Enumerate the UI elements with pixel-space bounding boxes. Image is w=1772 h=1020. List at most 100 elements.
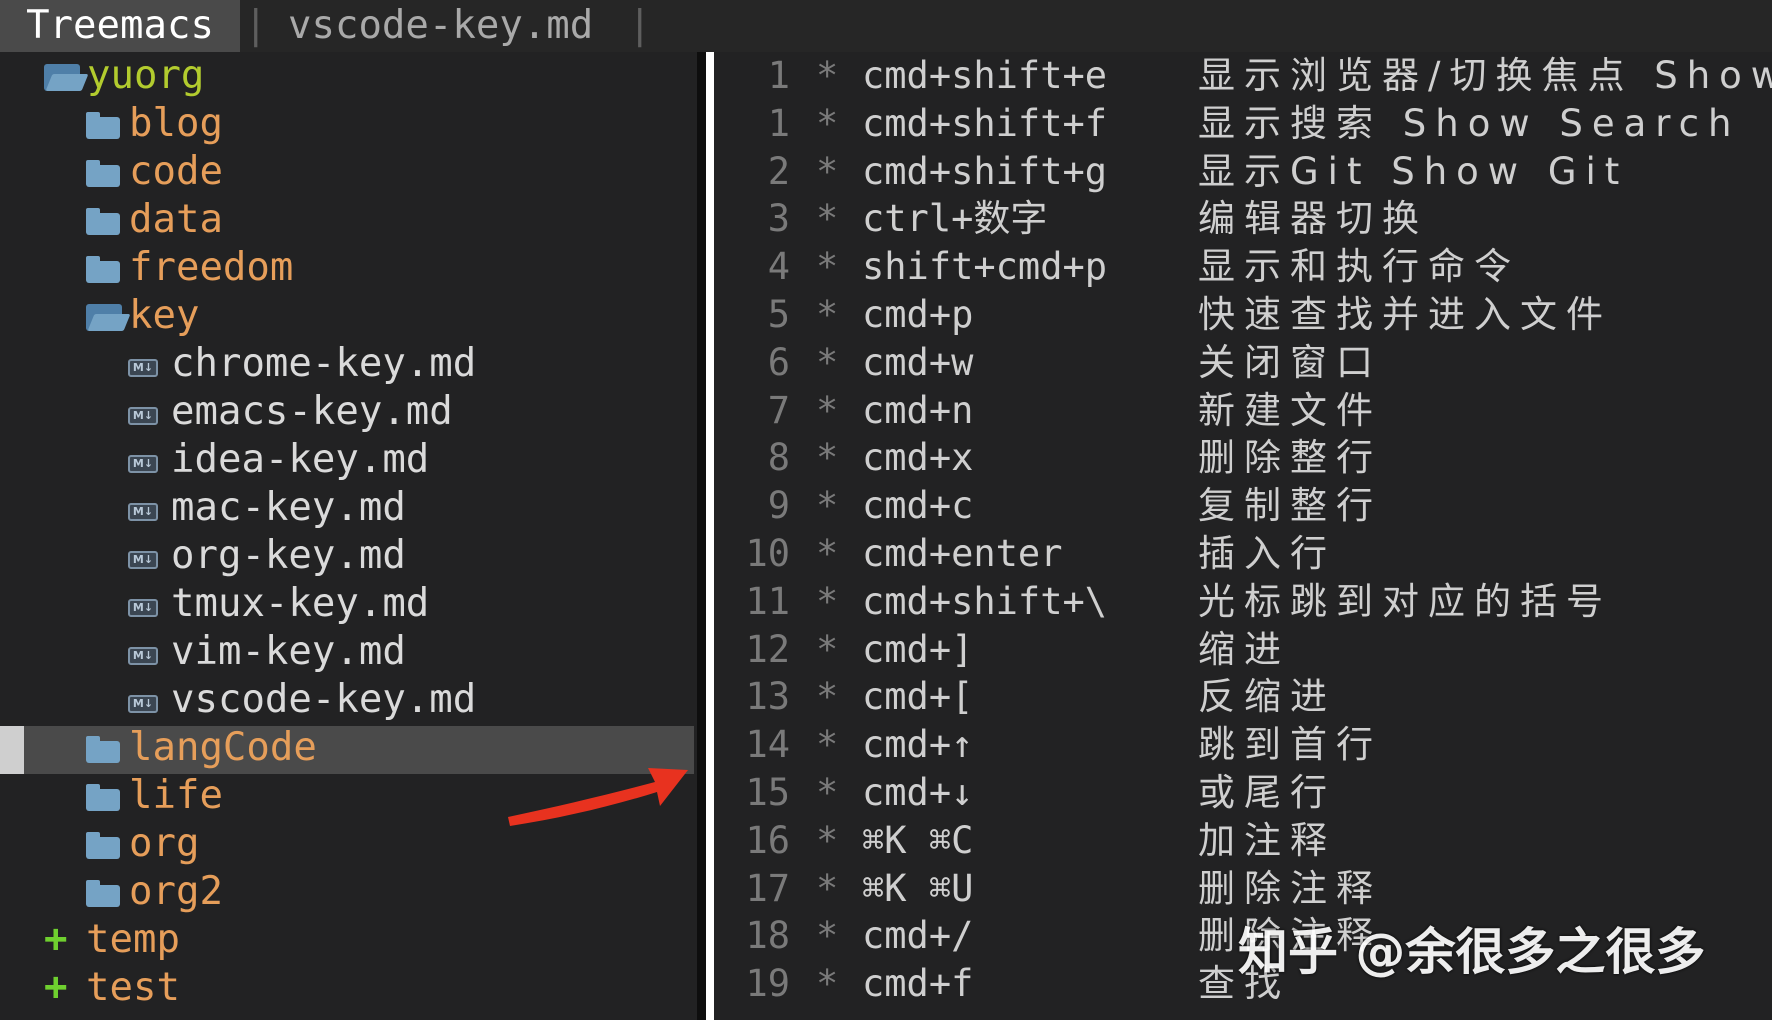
tree-item-label: org2 [129,869,223,914]
shortcut-text: cmd+n [862,388,974,432]
line-number: 13 [745,675,790,719]
shortcut-text: shift+cmd+p [862,245,1108,289]
tree-item-key[interactable]: key [0,292,690,340]
tree-item-chrome-key-md[interactable]: M↓ chrome-key.md [0,340,690,388]
tree-item-mac-key-md[interactable]: M↓ mac-key.md [0,484,690,532]
tree-item-test[interactable]: + test [0,964,690,1012]
shortcut-text: cmd+/ [862,914,974,958]
description-text: 删除整行 [1198,436,1382,480]
tree-item-label: temp [86,917,180,962]
description-text: 新建文件 [1198,388,1382,432]
tree-item-idea-key-md[interactable]: M↓ idea-key.md [0,436,690,484]
tree-item-label: code [129,149,223,194]
line-number: 9 [767,484,790,528]
editor-line[interactable]: 14 * cmd+↑ 跳到首行 [714,721,1772,769]
editor-line[interactable]: 2 * cmd+shift+g 显示Git Show Git [714,148,1772,196]
bullet-star: * [816,675,839,719]
editor-line[interactable]: 15 * cmd+↓ 或尾行 [714,769,1772,817]
plus-icon[interactable]: + [44,964,67,1012]
editor-line[interactable]: 3 * ctrl+数字 编辑器切换 [714,195,1772,243]
editor-line[interactable]: 16 * ⌘K ⌘C 加注释 [714,817,1772,865]
tree-item-code[interactable]: code [0,148,690,196]
editor-line[interactable]: 6 * cmd+w 关闭窗口 [714,339,1772,387]
tree-item-label: langCode [129,725,317,770]
editor-line[interactable]: 8 * cmd+x 删除整行 [714,434,1772,482]
bullet-star: * [816,293,839,336]
description-text: 复制整行 [1198,484,1382,528]
line-number: 16 [745,818,790,862]
shortcut-text: cmd+↑ [862,723,974,767]
description-text: 删除注释 [1198,866,1382,910]
tree-item-label: org-key.md [171,533,406,578]
tree-item-label: blog [129,101,223,146]
tree-item-label: mac-key.md [171,485,406,530]
description-text: 关闭窗口 [1198,340,1382,384]
red-arrow-annotation [508,768,688,826]
description-text: 编辑器切换 [1198,197,1428,241]
editor-line[interactable]: 1 * cmd+shift+f 显示搜索 Show Search [714,100,1772,148]
editor-line[interactable]: 1 * cmd+shift+e 显示浏览器/切换焦点 Show [714,52,1772,100]
tree-item-blog[interactable]: blog [0,100,690,148]
editor-line[interactable]: 17 * ⌘K ⌘U 删除注释 [714,865,1772,913]
editor-line[interactable]: 5 * cmd+p 快速查找并进入文件 [714,291,1772,339]
shortcut-text: cmd+] [862,627,974,671]
tree-item-yuorg[interactable]: yuorg [0,52,690,100]
bullet-star: * [816,579,839,623]
tree-item-tmux-key-md[interactable]: M↓ tmux-key.md [0,580,690,628]
treemacs-sidebar: yuorg blog code data freedom key M↓ chrome-key.… [0,52,697,1020]
description-text: 显示浏览器/切换焦点 Show [1198,54,1772,97]
bullet-star: * [816,723,839,767]
description-text: 显示Git Show Git [1198,149,1629,193]
editor-line[interactable]: 10 * cmd+enter 插入行 [714,530,1772,578]
editor-line[interactable]: 13 * cmd+[ 反缩进 [714,673,1772,721]
line-number: 17 [745,866,790,910]
shortcut-text: cmd+shift+g [862,149,1108,193]
line-number: 11 [745,579,790,623]
window-divider[interactable] [706,52,714,1020]
bullet-star: * [816,532,839,575]
bullet-star: * [816,771,839,814]
shortcut-text: cmd+c [862,484,974,528]
tab-separator: | [244,3,268,48]
editor-pane[interactable]: 1 * cmd+shift+e 显示浏览器/切换焦点 Show 1 * cmd+shift+… [714,52,1772,1020]
shortcut-text: ctrl+数字 [862,197,1048,241]
shortcut-text: ⌘K ⌘U [862,866,974,910]
bullet-star: * [816,627,839,671]
tree-item-label: freedom [129,245,294,290]
tree-item-emacs-key-md[interactable]: M↓ emacs-key.md [0,388,690,436]
line-number: 3 [767,197,790,241]
editor-line[interactable]: 9 * cmd+c 复制整行 [714,482,1772,530]
tree-item-freedom[interactable]: freedom [0,244,690,292]
editor-line[interactable]: 4 * shift+cmd+p 显示和执行命令 [714,243,1772,291]
tab-treemacs[interactable]: Treemacs [0,0,240,52]
arrow-shape [508,768,688,826]
tree-item-org2[interactable]: org2 [0,868,690,916]
description-text: 显示和执行命令 [1198,245,1520,289]
editor-line[interactable]: 11 * cmd+shift+\ 光标跳到对应的括号 [714,578,1772,626]
tree-item-org-key-md[interactable]: M↓ org-key.md [0,532,690,580]
tree-item-label: tmux-key.md [171,581,430,626]
bullet-star: * [816,914,839,958]
editor-line[interactable]: 12 * cmd+] 缩进 [714,626,1772,674]
tree-item-label: key [129,293,200,338]
line-number: 1 [767,54,790,97]
bullet-star: * [816,436,839,480]
editor-line[interactable]: 7 * cmd+n 新建文件 [714,387,1772,435]
shortcut-text: cmd+enter [862,532,1063,575]
description-text: 反缩进 [1198,675,1336,719]
tree-item-temp[interactable]: + temp [0,916,690,964]
shortcut-text: cmd+[ [862,675,974,719]
plus-icon[interactable]: + [44,916,67,964]
bullet-star: * [816,866,839,910]
tree-item-label: test [86,965,180,1010]
window-divider-shadow [697,52,706,1020]
tree-item-data[interactable]: data [0,196,690,244]
tab-vscode-key[interactable]: vscode-key.md [288,0,593,52]
line-number: 1 [767,101,790,145]
bullet-star: * [816,818,839,862]
tree-item-vim-key-md[interactable]: M↓ vim-key.md [0,628,690,676]
line-number: 12 [745,627,790,671]
tree-item-vscode-key-md[interactable]: M↓ vscode-key.md [0,676,690,724]
tree-item-label: org [129,821,200,866]
line-number: 5 [767,293,790,336]
